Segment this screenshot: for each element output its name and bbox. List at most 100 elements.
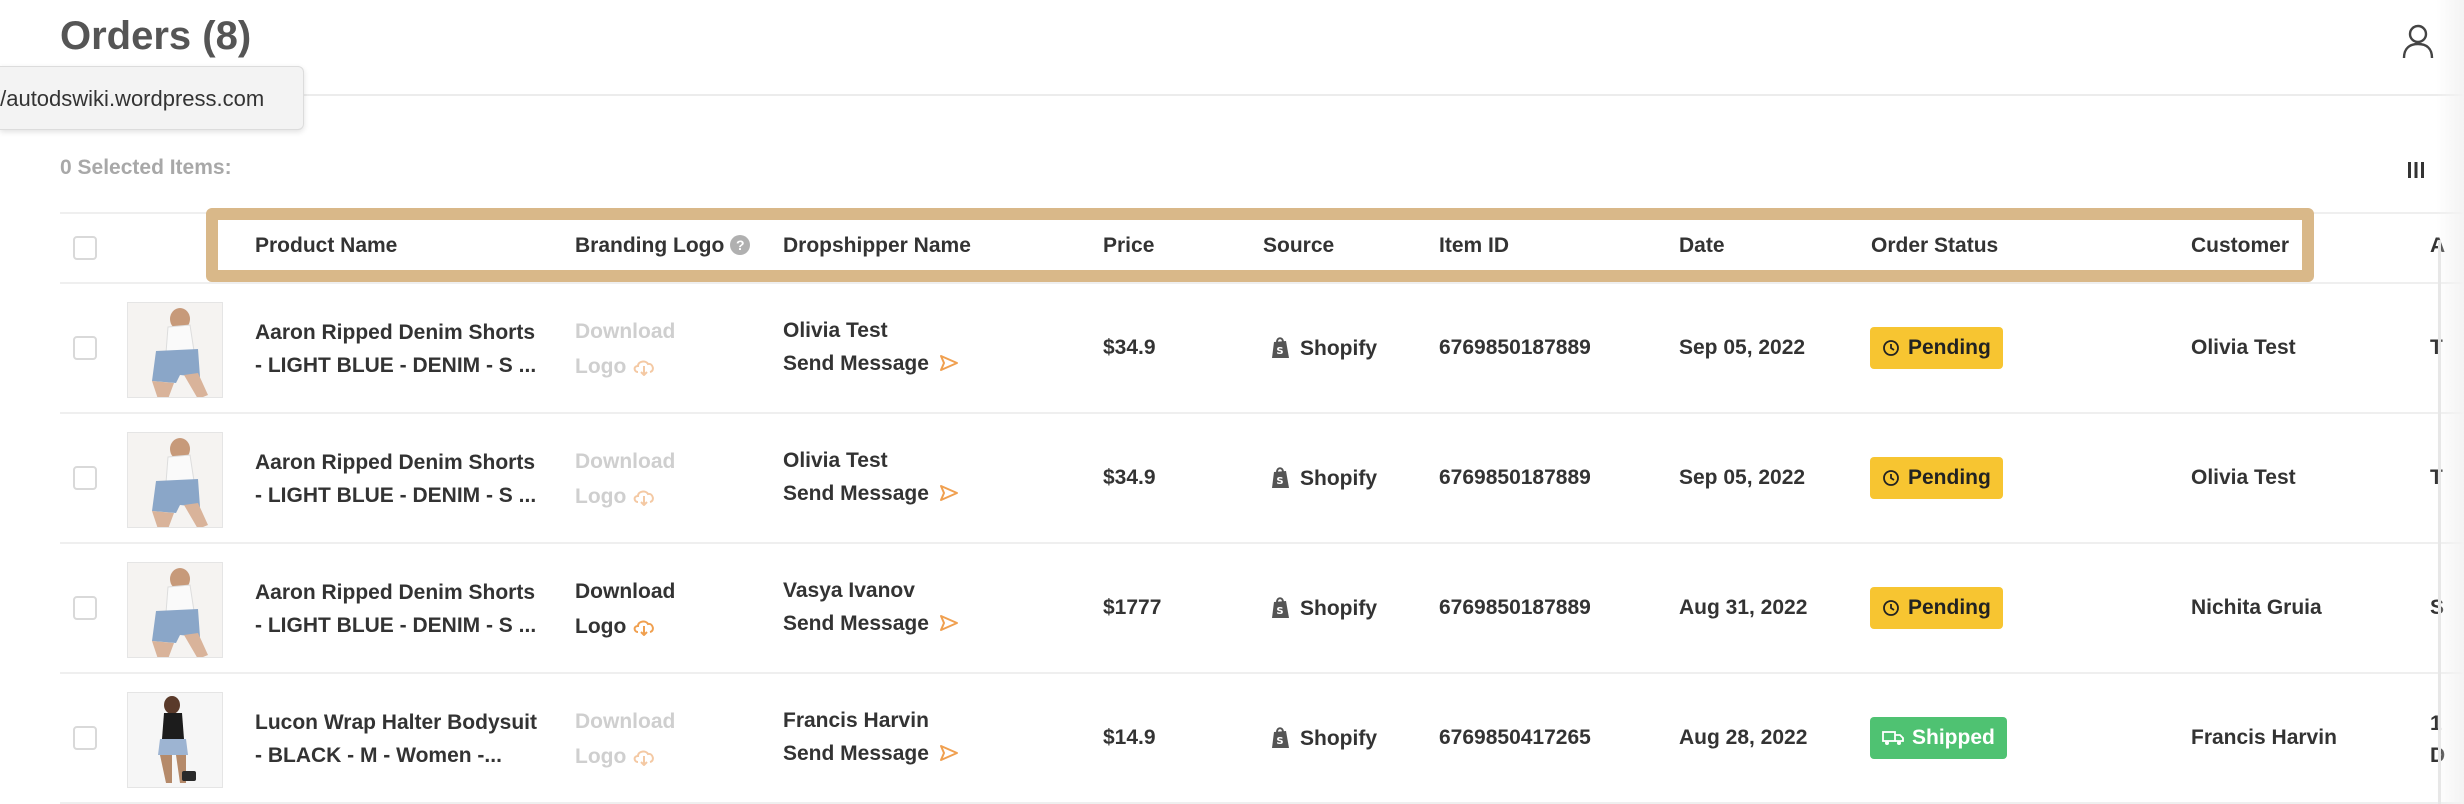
download-logo-line2: Logo [575, 485, 627, 508]
url-tooltip-text: //autodswiki.wordpress.com [0, 86, 265, 111]
table-row[interactable]: Aaron Ripped Denim Shorts - LIGHT BLUE -… [60, 284, 2464, 414]
row-checkbox[interactable] [73, 336, 97, 360]
order-date: Aug 31, 2022 [1679, 596, 1808, 619]
product-thumbnail[interactable] [127, 562, 223, 658]
select-all-checkbox[interactable] [73, 236, 97, 260]
dropshipper-cell: Olivia Test Send Message [783, 444, 959, 510]
send-message-link[interactable]: Send Message [783, 347, 959, 380]
product-name-line1: Lucon Wrap Halter Bodysuit [255, 711, 537, 734]
clock-icon [1883, 470, 1899, 486]
item-id: 6769850187889 [1439, 336, 1591, 359]
dropshipper-cell: Francis Harvin Send Message [783, 704, 959, 770]
status-label: Pending [1908, 466, 1991, 489]
col-header-date[interactable]: Date [1679, 234, 1725, 258]
table-row[interactable]: Lucon Wrap Halter Bodysuit - BLACK - M -… [60, 674, 2464, 804]
source-cell: S Shopify [1270, 726, 1377, 751]
send-message-label: Send Message [783, 482, 929, 505]
product-thumbnail[interactable] [127, 302, 223, 398]
product-name-line1: Aaron Ripped Denim Shorts [255, 451, 536, 474]
customer-name: Francis Harvin [2191, 726, 2337, 749]
svg-text:S: S [1276, 736, 1283, 747]
customer-name: Olivia Test [2191, 336, 2296, 359]
dropshipper-name: Francis Harvin [783, 709, 929, 732]
col-header-dropshipper-name[interactable]: Dropshipper Name [783, 234, 971, 258]
source-label: Shopify [1300, 337, 1377, 360]
col-header-source[interactable]: Source [1263, 234, 1334, 258]
item-id: 6769850187889 [1439, 596, 1591, 619]
product-name-line1: Aaron Ripped Denim Shorts [255, 321, 536, 344]
svg-text:S: S [1276, 606, 1283, 617]
cloud-download-icon [633, 620, 655, 636]
price: $34.9 [1103, 336, 1156, 359]
download-logo-button[interactable]: Download Logo [575, 444, 675, 514]
source-cell: S Shopify [1270, 336, 1377, 361]
item-id: 6769850187889 [1439, 466, 1591, 489]
col-header-item-id[interactable]: Item ID [1439, 234, 1509, 258]
send-message-label: Send Message [783, 352, 929, 375]
product-name-line2: - LIGHT BLUE - DENIM - S ... [255, 354, 537, 377]
col-header-price[interactable]: Price [1103, 234, 1154, 258]
url-tooltip: //autodswiki.wordpress.com [0, 66, 304, 130]
col-header-branding-logo[interactable]: Branding Logo? [575, 234, 751, 258]
status-label: Pending [1908, 336, 1991, 359]
row-checkbox[interactable] [73, 596, 97, 620]
product-name[interactable]: Aaron Ripped Denim Shorts - LIGHT BLUE -… [255, 316, 536, 382]
status-label: Pending [1908, 596, 1991, 619]
columns-icon[interactable] [2406, 160, 2426, 180]
dropshipper-name: Olivia Test [783, 319, 888, 342]
status-label: Shipped [1912, 726, 1995, 749]
send-message-label: Send Message [783, 612, 929, 635]
col-header-order-status[interactable]: Order Status [1871, 234, 1998, 258]
send-message-link[interactable]: Send Message [783, 607, 959, 640]
user-icon[interactable] [2400, 22, 2436, 62]
source-cell: S Shopify [1270, 596, 1377, 621]
order-date: Aug 28, 2022 [1679, 726, 1808, 749]
dropshipper-cell: Vasya Ivanov Send Message [783, 574, 959, 640]
send-message-link[interactable]: Send Message [783, 737, 959, 770]
send-icon [939, 355, 958, 371]
dropshipper-cell: Olivia Test Send Message [783, 314, 959, 380]
product-name-line1: Aaron Ripped Denim Shorts [255, 581, 536, 604]
download-logo-line2: Logo [575, 355, 627, 378]
send-message-link[interactable]: Send Message [783, 477, 959, 510]
svg-text:S: S [1276, 346, 1283, 357]
send-icon [939, 745, 958, 761]
product-name-line2: - LIGHT BLUE - DENIM - S ... [255, 484, 537, 507]
table-row[interactable]: Aaron Ripped Denim Shorts - LIGHT BLUE -… [60, 414, 2464, 544]
dropshipper-name: Olivia Test [783, 449, 888, 472]
download-logo-line2: Logo [575, 745, 627, 768]
download-logo-button[interactable]: Download Logo [575, 574, 675, 644]
top-bar: Orders (8) [0, 0, 2464, 96]
table-row[interactable]: Aaron Ripped Denim Shorts - LIGHT BLUE -… [60, 544, 2464, 674]
col-header-customer[interactable]: Customer [2191, 234, 2289, 258]
send-icon [939, 615, 958, 631]
clock-icon [1883, 600, 1899, 616]
product-name-line2: - LIGHT BLUE - DENIM - S ... [255, 614, 537, 637]
col-header-product-name[interactable]: Product Name [255, 234, 397, 258]
download-logo-line1: Download [575, 450, 676, 473]
help-icon[interactable]: ? [730, 235, 751, 255]
product-image-bodysuit [128, 693, 222, 787]
scroll-edge [2438, 240, 2441, 804]
row-checkbox[interactable] [73, 466, 97, 490]
product-name[interactable]: Lucon Wrap Halter Bodysuit - BLACK - M -… [255, 706, 537, 772]
row-checkbox[interactable] [73, 726, 97, 750]
download-logo-line1: Download [575, 710, 676, 733]
product-name[interactable]: Aaron Ripped Denim Shorts - LIGHT BLUE -… [255, 446, 536, 512]
product-thumbnail[interactable] [127, 432, 223, 528]
download-logo-button[interactable]: Download Logo [575, 314, 675, 384]
product-thumbnail[interactable] [127, 692, 223, 788]
customer-name: Olivia Test [2191, 466, 2296, 489]
cloud-download-icon [633, 490, 655, 506]
price: $34.9 [1103, 466, 1156, 489]
cloud-download-icon [633, 750, 655, 766]
download-logo-button[interactable]: Download Logo [575, 704, 675, 774]
dropshipper-name: Vasya Ivanov [783, 579, 915, 602]
status-badge: Pending [1870, 457, 2003, 499]
cloud-download-icon [633, 360, 655, 376]
source-label: Shopify [1300, 597, 1377, 620]
source-cell: S Shopify [1270, 466, 1377, 491]
shopify-icon: S [1272, 727, 1289, 748]
shopify-icon: S [1272, 337, 1289, 358]
product-name[interactable]: Aaron Ripped Denim Shorts - LIGHT BLUE -… [255, 576, 536, 642]
